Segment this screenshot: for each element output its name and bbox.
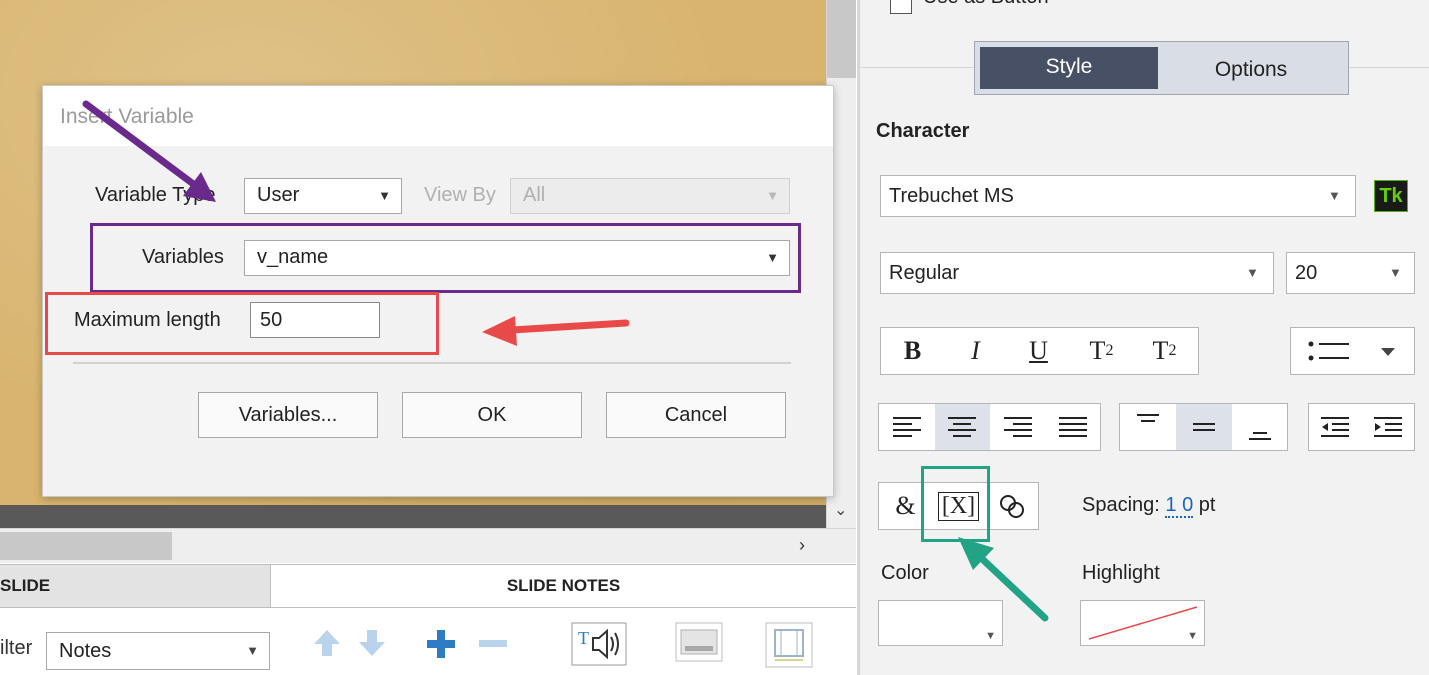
annotation-arrow-green: [958, 537, 1049, 622]
annotation-arrow-purple: [82, 100, 216, 202]
annotation-arrows: [82, 100, 1049, 622]
annotation-arrow-red: [482, 316, 630, 346]
